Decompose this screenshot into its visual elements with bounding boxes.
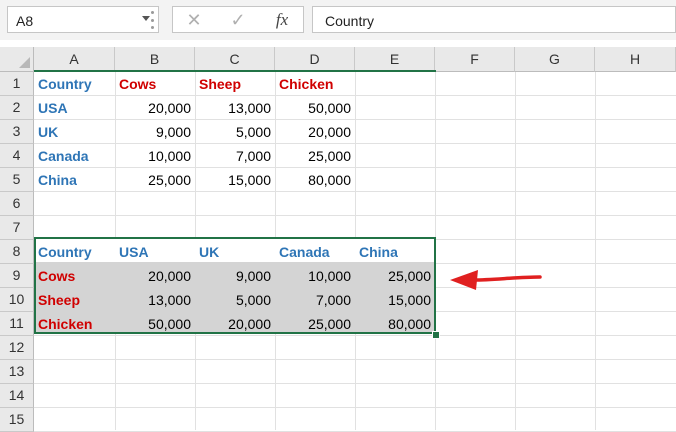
grid-row-line <box>34 407 676 408</box>
formula-tools: ✕ ✓ fx <box>172 6 304 33</box>
row-header-3[interactable]: 3 <box>0 120 34 144</box>
table1-cell[interactable]: 50,000 <box>275 96 355 120</box>
grid-column-line <box>595 72 596 430</box>
drag-handle-icon[interactable] <box>150 11 154 29</box>
formula-bar: A8 ✕ ✓ fx Country <box>0 0 676 40</box>
grid-row-line <box>34 215 676 216</box>
row-header-7[interactable]: 7 <box>0 216 34 240</box>
table1-cell[interactable]: 25,000 <box>275 144 355 168</box>
table1-cell[interactable]: 13,000 <box>195 96 275 120</box>
table1-cell[interactable]: 15,000 <box>195 168 275 192</box>
name-box[interactable]: A8 <box>7 6 159 33</box>
grid-column-line <box>515 72 516 430</box>
row-header-11[interactable]: 11 <box>0 312 34 336</box>
worksheet-grid[interactable]: ABCDEFGH 1 2 3 4 5 6 7 8 9 10 11 12 13 14 15 Country Co… <box>0 47 676 432</box>
table1-cell[interactable]: 20,000 <box>275 120 355 144</box>
row-header-5[interactable]: 5 <box>0 168 34 192</box>
row-header-9[interactable]: 9 <box>0 264 34 288</box>
table1-cell[interactable]: 25,000 <box>115 168 195 192</box>
check-icon[interactable]: ✓ <box>223 8 253 32</box>
formula-input[interactable]: Country <box>312 6 676 33</box>
table1-cell[interactable]: 5,000 <box>195 120 275 144</box>
chevron-down-icon[interactable] <box>142 16 150 21</box>
row-header-10[interactable]: 10 <box>0 288 34 312</box>
row-header-13[interactable]: 13 <box>0 360 34 384</box>
row-header-12[interactable]: 12 <box>0 336 34 360</box>
table1-header-cell[interactable]: Sheep <box>195 72 275 96</box>
select-all-button[interactable] <box>0 47 34 72</box>
table1-cell[interactable]: 10,000 <box>115 144 195 168</box>
table1-header-cell[interactable]: Chicken <box>275 72 355 96</box>
row-header-8[interactable]: 8 <box>0 240 34 264</box>
table1-cell[interactable]: 7,000 <box>195 144 275 168</box>
grid-row-line <box>34 359 676 360</box>
selection-border <box>34 237 436 334</box>
fill-handle[interactable] <box>432 331 440 339</box>
column-header-f[interactable]: F <box>435 47 515 72</box>
table1-header-cell[interactable]: Cows <box>115 72 195 96</box>
column-header-g[interactable]: G <box>515 47 595 72</box>
name-box-value: A8 <box>16 13 34 29</box>
table1-cell[interactable]: UK <box>34 120 115 144</box>
table1-cell[interactable]: USA <box>34 96 115 120</box>
selected-columns-indicator <box>34 47 436 72</box>
table1-cell[interactable]: China <box>34 168 115 192</box>
table1-cell[interactable]: 20,000 <box>115 96 195 120</box>
table1-cell[interactable]: 9,000 <box>115 120 195 144</box>
row-header-2[interactable]: 2 <box>0 96 34 120</box>
row-header-6[interactable]: 6 <box>0 192 34 216</box>
table1-cell[interactable]: Canada <box>34 144 115 168</box>
insert-function-icon[interactable]: fx <box>267 8 297 32</box>
grid-row-line <box>34 383 676 384</box>
row-header-1[interactable]: 1 <box>0 72 34 96</box>
row-header-14[interactable]: 14 <box>0 384 34 408</box>
formula-value: Country <box>325 13 375 29</box>
red-arrow-annotation <box>450 270 542 290</box>
cancel-icon[interactable]: ✕ <box>179 8 209 32</box>
row-header-15[interactable]: 15 <box>0 408 34 432</box>
table1-cell[interactable]: 80,000 <box>275 168 355 192</box>
table1-header-cell[interactable]: Country <box>34 72 115 96</box>
column-header-h[interactable]: H <box>595 47 676 72</box>
row-header-4[interactable]: 4 <box>0 144 34 168</box>
